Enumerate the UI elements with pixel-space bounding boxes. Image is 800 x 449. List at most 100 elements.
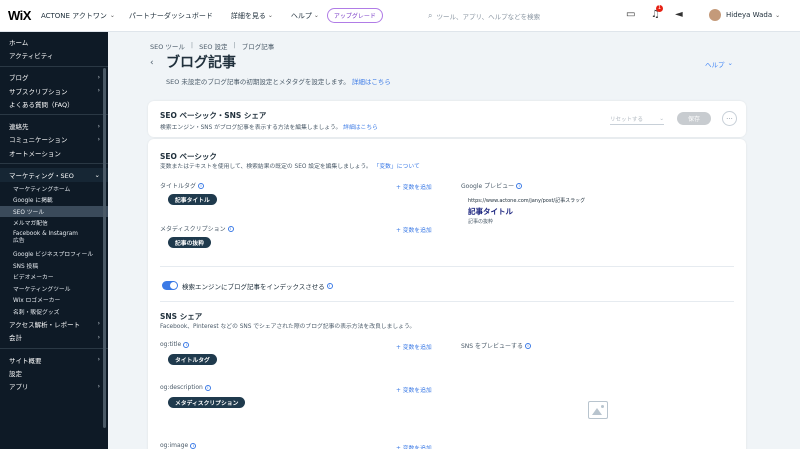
sns-share-description: Facebook、Pinterest などの SNS でシェアされた際のブログ記… bbox=[160, 324, 416, 330]
sidebar-item-subscriptions[interactable]: サブスクリプション › bbox=[0, 84, 108, 97]
sidebar-sub-logo-maker[interactable]: Wix ロゴメーカー bbox=[0, 294, 108, 306]
sidebar-divider bbox=[0, 65, 108, 67]
nav-learn-more[interactable]: 詳細を見る ⌄ bbox=[231, 11, 273, 21]
sidebar-sub-social-posts[interactable]: SNS 投稿 bbox=[0, 259, 108, 271]
sidebar-item-activity[interactable]: アクティビティ bbox=[0, 48, 108, 61]
preview-description: 記事の抜粋 bbox=[468, 219, 494, 225]
seo-basic-sns-header-card: SEO ベーシック・SNS シェア 検索エンジン・SNS がブログ記事を表示する… bbox=[148, 101, 746, 137]
variable-tag-title-tag[interactable]: タイトルタグ bbox=[168, 354, 217, 365]
add-variable-button[interactable]: + 変数を追加 bbox=[396, 182, 432, 191]
variable-tag-post-title[interactable]: 記事タイトル bbox=[168, 194, 217, 205]
nav-partner-dashboard[interactable]: パートナーダッシュボード bbox=[129, 11, 213, 21]
sidebar-item-home[interactable]: ホーム bbox=[0, 35, 108, 48]
info-icon[interactable]: i bbox=[198, 182, 205, 189]
sidebar-item-settings[interactable]: 設定 bbox=[0, 366, 108, 379]
variable-tag-post-excerpt[interactable]: 記事の抜粋 bbox=[168, 237, 211, 248]
search-bar[interactable]: ⌕ ツール、アプリ、ヘルプなどを検索 bbox=[428, 8, 608, 24]
variables-link[interactable]: 「変数」について bbox=[374, 164, 420, 170]
chevron-down-icon: ⌄ bbox=[775, 11, 781, 19]
site-name: ACTONE アクトワン bbox=[40, 11, 107, 20]
chevron-right-icon: › bbox=[97, 73, 100, 81]
seo-settings-card: SEO ベーシック 変数またはテキストを使用して、検索結果の既定の SEO 設定… bbox=[148, 139, 746, 449]
breadcrumb-separator: | bbox=[190, 41, 194, 49]
preview-url: https://www.actone.com/jany/post/記事スラッグ bbox=[468, 198, 586, 204]
learn-more-link[interactable]: 詳細はこちら bbox=[352, 78, 391, 86]
breadcrumb-seo-settings[interactable]: SEO 設定 bbox=[199, 41, 227, 51]
add-variable-button[interactable]: + 変数を追加 bbox=[396, 385, 432, 394]
sidebar-divider bbox=[0, 163, 108, 165]
sidebar-item-accounting[interactable]: 会計 › bbox=[0, 331, 108, 344]
sidebar-item-analytics[interactable]: アクセス解析・レポート › bbox=[0, 317, 108, 330]
divider bbox=[160, 301, 734, 302]
og-title-label: og:title i bbox=[160, 341, 190, 348]
chevron-down-icon: ⌄ bbox=[94, 171, 100, 180]
sidebar: ホーム アクティビティ ブログ › サブスクリプション › よくある質問（FAQ） … bbox=[0, 32, 108, 449]
info-icon[interactable]: i bbox=[516, 182, 523, 189]
more-actions-button[interactable]: ··· bbox=[722, 111, 737, 126]
notification-badge: 1 bbox=[656, 5, 663, 12]
chevron-right-icon: › bbox=[97, 135, 100, 143]
add-variable-button[interactable]: + 変数を追加 bbox=[396, 443, 432, 449]
chevron-down-icon: ⌄ bbox=[109, 12, 115, 19]
sidebar-sub-business-cards[interactable]: 名刺・販促グッズ bbox=[0, 306, 108, 318]
page-subtitle: SEO 未設定のブログ記事の初期設定とメタタグを設定します。 詳細はこちら bbox=[166, 78, 391, 86]
reset-dropdown[interactable]: リセットする ⌄ bbox=[610, 114, 664, 125]
info-icon[interactable]: i bbox=[204, 384, 211, 391]
index-toggle-label: 検索エンジンにブログ記事をインデックスさせる i bbox=[182, 281, 333, 291]
top-bar: WiX ACTONE アクトワン ⌄ パートナーダッシュボード 詳細を見る ⌄ … bbox=[0, 0, 800, 32]
sidebar-sub-google-business[interactable]: Google ビジネスプロフィール bbox=[0, 248, 108, 260]
seo-basic-description: 変数またはテキストを使用して、検索結果の既定の SEO 設定を編集しましょう。 … bbox=[160, 164, 420, 170]
breadcrumb-blog-posts: ブログ記事 bbox=[241, 43, 275, 51]
google-preview-label: Google プレビュー i bbox=[461, 181, 523, 190]
save-button[interactable]: 保存 bbox=[677, 112, 711, 125]
sidebar-scrollbar[interactable] bbox=[103, 68, 106, 428]
info-icon[interactable]: i bbox=[326, 283, 333, 289]
wix-logo[interactable]: WiX bbox=[8, 8, 31, 23]
image-placeholder-icon bbox=[588, 401, 608, 419]
divider bbox=[160, 266, 734, 267]
variable-tag-meta-description[interactable]: メタディスクリプション bbox=[168, 397, 246, 408]
sidebar-section-marketing-seo[interactable]: マーケティング・SEO ⌄ bbox=[0, 168, 108, 183]
megaphone-icon[interactable]: ◄ bbox=[675, 9, 683, 20]
sidebar-item-faq[interactable]: よくある質問（FAQ） bbox=[0, 97, 108, 110]
info-icon[interactable]: i bbox=[525, 342, 532, 349]
chevron-down-icon: ⌄ bbox=[313, 12, 319, 19]
sidebar-item-apps[interactable]: アプリ › bbox=[0, 380, 108, 393]
breadcrumb-separator: | bbox=[233, 41, 236, 49]
site-selector[interactable]: ACTONE アクトワン ⌄ bbox=[41, 11, 115, 21]
sidebar-divider bbox=[0, 114, 108, 116]
info-icon[interactable]: i bbox=[227, 225, 234, 232]
chevron-right-icon: › bbox=[97, 356, 100, 364]
sidebar-item-site-overview[interactable]: サイト概要 › bbox=[0, 353, 108, 366]
learn-more-link[interactable]: 詳細はこちら bbox=[343, 125, 378, 131]
chevron-right-icon: › bbox=[97, 122, 100, 130]
search-icon: ⌕ bbox=[428, 11, 433, 20]
nav-help[interactable]: ヘルプ ⌄ bbox=[291, 11, 319, 21]
info-icon[interactable]: i bbox=[183, 341, 190, 348]
sidebar-item-automations[interactable]: オートメーション bbox=[0, 146, 108, 159]
sidebar-item-communications[interactable]: コミュニケーション › bbox=[0, 133, 108, 146]
sidebar-item-contacts[interactable]: 連絡先 › bbox=[0, 119, 108, 132]
search-placeholder: ツール、アプリ、ヘルプなどを検索 bbox=[436, 13, 541, 21]
sidebar-sub-email-marketing[interactable]: メルマガ配信 bbox=[0, 217, 108, 229]
chat-icon[interactable]: ▭ bbox=[626, 9, 635, 20]
title-tag-label: タイトルタグ i bbox=[160, 181, 205, 190]
sidebar-sub-get-found-google[interactable]: Google に掲載 bbox=[0, 194, 108, 206]
sidebar-sub-video-maker[interactable]: ビデオメーカー bbox=[0, 271, 108, 283]
add-variable-button[interactable]: + 変数を追加 bbox=[396, 225, 432, 234]
breadcrumb-seo-tools[interactable]: SEO ツール bbox=[150, 41, 185, 51]
card-title: SEO ベーシック・SNS シェア bbox=[160, 111, 267, 120]
help-menu[interactable]: ヘルプ ⌄ bbox=[705, 59, 733, 69]
index-toggle[interactable] bbox=[162, 281, 178, 290]
upgrade-button[interactable]: アップグレード bbox=[326, 8, 383, 23]
sidebar-sub-marketing-home[interactable]: マーケティングホーム bbox=[0, 182, 108, 194]
back-arrow-icon[interactable]: ‹ bbox=[150, 58, 154, 68]
add-variable-button[interactable]: + 変数を追加 bbox=[396, 342, 432, 351]
user-menu[interactable]: Hideya Wada ⌄ bbox=[726, 11, 780, 19]
avatar[interactable] bbox=[709, 9, 721, 21]
sidebar-sub-facebook-ads[interactable]: Facebook & Instagram 広告 bbox=[0, 229, 108, 248]
info-icon[interactable]: i bbox=[190, 442, 197, 449]
sidebar-item-blog[interactable]: ブログ › bbox=[0, 71, 108, 84]
sidebar-sub-marketing-tools[interactable]: マーケティングツール bbox=[0, 283, 108, 295]
sidebar-sub-seo-tools[interactable]: SEO ツール bbox=[0, 205, 108, 218]
